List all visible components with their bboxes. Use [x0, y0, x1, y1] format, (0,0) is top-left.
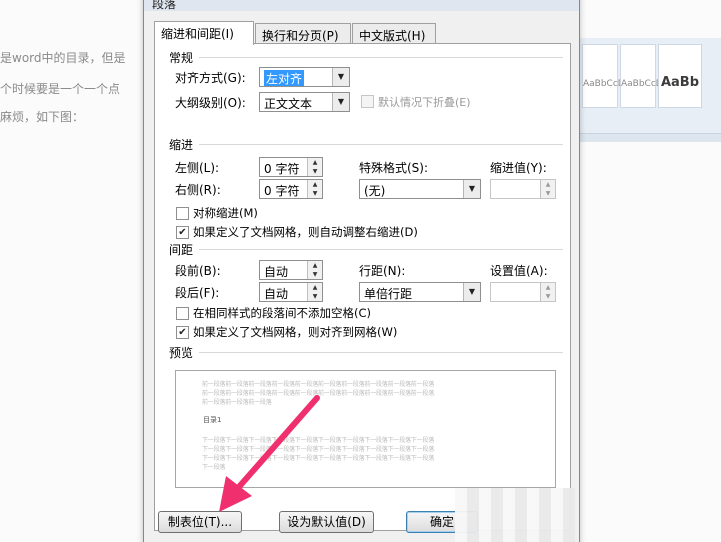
alignment-select[interactable]: 左对齐 ▼ — [259, 67, 350, 87]
section-divider — [199, 57, 563, 58]
doc-text-line: 麻烦，如下图： — [0, 110, 85, 124]
snap-to-grid-label: 如果定义了文档网格，则对齐到网格(W) — [193, 325, 398, 339]
section-preview-title: 预览 — [169, 346, 194, 360]
chevron-down-icon[interactable]: ▼ — [332, 93, 349, 111]
section-spacing-title: 间距 — [169, 243, 194, 257]
dialog-title: 段落 — [152, 0, 177, 11]
indent-by-spinner[interactable]: ▲ ▼ — [490, 179, 556, 199]
tabs-button[interactable]: 制表位(T)... — [158, 511, 242, 533]
doc-text-line: 是word中的目录，但是 — [0, 51, 126, 65]
indent-right-label: 右侧(R): — [175, 183, 221, 197]
section-indent-title: 缩进 — [169, 138, 194, 152]
spin-arrows-icon[interactable]: ▲ ▼ — [307, 158, 322, 176]
space-before-spinner[interactable]: 自动 ▲ ▼ — [259, 260, 323, 280]
snap-to-grid-checkbox[interactable]: ✔ — [176, 326, 189, 339]
space-after-spinner[interactable]: 自动 ▲ ▼ — [259, 282, 323, 302]
collapse-default-label: 默认情况下折叠(E) — [378, 96, 471, 109]
blurred-region — [455, 488, 575, 542]
spin-arrows-icon[interactable]: ▲ ▼ — [307, 180, 322, 198]
indent-right-value: 0 字符 — [264, 184, 300, 198]
spin-arrows-icon[interactable]: ▲ ▼ — [540, 283, 555, 301]
line-spacing-select[interactable]: 单倍行距 ▼ — [359, 282, 481, 302]
special-indent-select[interactable]: (无) ▼ — [359, 179, 481, 199]
indent-left-value: 0 字符 — [264, 162, 300, 176]
special-indent-label: 特殊格式(S): — [359, 161, 429, 175]
tab-asian-typography[interactable]: 中文版式(H) — [352, 23, 436, 45]
preview-previous-line: 前一段落前一段落前一段落前一段落前一段落前一段落前一段落前一段落前一段落前一段落 — [202, 381, 435, 388]
set-default-button[interactable]: 设为默认值(D) — [279, 511, 374, 533]
indent-left-spinner[interactable]: 0 字符 ▲ ▼ — [259, 157, 323, 177]
collapse-default-checkbox[interactable] — [361, 95, 374, 108]
chevron-down-icon[interactable]: ▼ — [463, 283, 480, 301]
tab-line-page-breaks[interactable]: 换行和分页(P) — [255, 23, 351, 45]
outline-level-label: 大纲级别(O): — [175, 96, 246, 110]
mirror-indents-label: 对称缩进(M) — [193, 206, 258, 220]
dialog-titlebar[interactable]: 段落 — [144, 0, 579, 11]
style-preview[interactable]: AaBbCcDc — [582, 44, 630, 108]
mirror-indents-checkbox[interactable] — [176, 207, 189, 220]
paragraph-dialog: 段落 缩进和间距(I) 换行和分页(P) 中文版式(H) 常规 对齐方式(G):… — [143, 0, 580, 542]
section-divider — [199, 352, 563, 353]
spacing-at-label: 设置值(A): — [490, 264, 548, 278]
spin-arrows-icon[interactable]: ▲ ▼ — [307, 261, 322, 279]
indent-by-label: 缩进值(Y): — [490, 161, 547, 175]
space-before-label: 段前(B): — [175, 264, 221, 278]
paragraph-preview: 前一段落前一段落前一段落前一段落前一段落前一段落前一段落前一段落前一段落前一段落… — [175, 370, 556, 488]
preview-next-line: 下一段落下一段落下一段落下一段落下一段落下一段落下一段落下一段落下一段落下一段落 — [202, 437, 435, 444]
no-space-same-style-checkbox[interactable] — [176, 307, 189, 320]
outline-level-select[interactable]: 正文文本 ▼ — [259, 92, 350, 112]
space-after-value: 自动 — [264, 287, 289, 301]
preview-next-line: 下一段落下一段落下一段落下一段落下一段落下一段落下一段落下一段落下一段落下一段落 — [202, 446, 435, 453]
preview-previous-line: 前一段落前一段落前一段落前一段落前一段落前一段落前一段落前一段落前一段落前一段落 — [202, 390, 435, 397]
preview-previous-line: 前一段落前一段落前一段落 — [202, 399, 272, 406]
preview-next-line: 下一段落下一段落下一段落下一段落下一段落下一段落下一段落下一段落下一段落下一段落 — [202, 455, 435, 462]
indent-right-spinner[interactable]: 0 字符 ▲ ▼ — [259, 179, 323, 199]
line-spacing-value: 单倍行距 — [364, 287, 413, 301]
spacing-at-spinner[interactable]: ▲ ▼ — [490, 282, 556, 302]
section-divider — [199, 144, 563, 145]
chevron-down-icon[interactable]: ▼ — [463, 180, 480, 198]
preview-next-line: 下一段落 — [202, 464, 226, 471]
checkmark-icon: ✔ — [178, 227, 187, 238]
spin-arrows-icon[interactable]: ▲ ▼ — [307, 283, 322, 301]
auto-right-indent-checkbox[interactable]: ✔ — [176, 226, 189, 239]
tab-indents-spacing[interactable]: 缩进和间距(I) — [154, 21, 254, 45]
ribbon-styles-gallery: AaBbCcDc AaBbCcDc AaBb — [578, 38, 721, 134]
section-divider — [199, 249, 563, 250]
preview-sample-text: 目录1 — [203, 416, 222, 424]
outline-level-value: 正文文本 — [264, 97, 313, 111]
section-general-title: 常规 — [169, 51, 194, 65]
line-spacing-label: 行距(N): — [359, 264, 406, 278]
spin-arrows-icon[interactable]: ▲ ▼ — [540, 180, 555, 198]
indent-left-label: 左侧(L): — [175, 161, 220, 175]
doc-text-line: 个时候要是一个一个点 — [0, 82, 121, 96]
style-preview[interactable]: AaBb — [658, 44, 702, 108]
chevron-down-icon[interactable]: ▼ — [332, 68, 349, 86]
space-after-label: 段后(F): — [175, 286, 220, 300]
ribbon-bottom-bar — [578, 134, 721, 142]
style-preview[interactable]: AaBbCcDc — [620, 44, 668, 108]
space-before-value: 自动 — [264, 265, 289, 279]
auto-right-indent-label: 如果定义了文档网格，则自动调整右缩进(D) — [193, 225, 418, 239]
special-indent-value: (无) — [364, 184, 386, 198]
alignment-value: 左对齐 — [264, 70, 305, 86]
checkmark-icon: ✔ — [178, 327, 187, 338]
alignment-label: 对齐方式(G): — [175, 71, 246, 85]
no-space-same-style-label: 在相同样式的段落间不添加空格(C) — [193, 306, 372, 320]
